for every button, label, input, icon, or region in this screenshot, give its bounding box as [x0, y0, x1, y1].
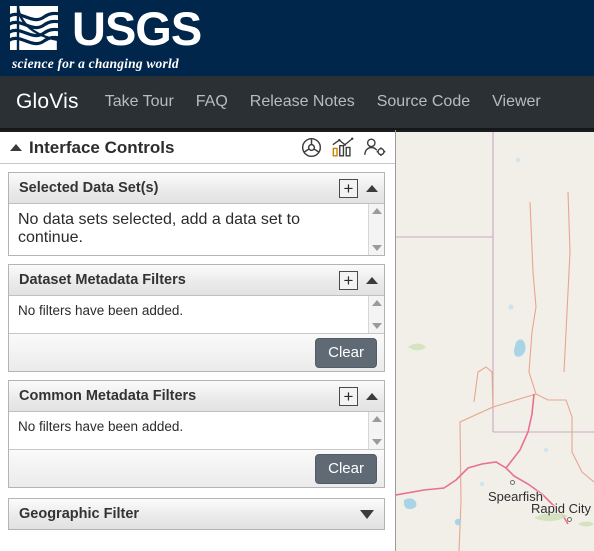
panel-title-selected-data-sets: Selected Data Set(s)	[19, 180, 159, 196]
map-viewport[interactable]: Spearfish Rapid City	[396, 130, 594, 551]
panel-footer-dataset-metadata-filters: Clear	[9, 333, 384, 371]
nav-link-release-notes[interactable]: Release Notes	[250, 93, 355, 111]
interface-controls-collapse-icon[interactable]	[10, 144, 22, 151]
scroll-up-icon[interactable]	[371, 300, 382, 306]
user-settings-icon[interactable]	[363, 136, 387, 159]
scrollbar-dataset-metadata-filters[interactable]	[368, 296, 384, 333]
nav-link-source-code[interactable]: Source Code	[377, 93, 470, 111]
panel-footer-common-metadata-filters: Clear	[9, 449, 384, 487]
panel-header-selected-data-sets[interactable]: Selected Data Set(s) +	[9, 173, 384, 204]
panel-selected-data-sets: Selected Data Set(s) + No data sets sele…	[8, 172, 385, 256]
main-navigation: GloVis Take Tour FAQ Release Notes Sourc…	[0, 76, 594, 130]
selected-data-sets-message: No data sets selected, add a data set to…	[18, 211, 300, 246]
city-marker-spearfish	[510, 480, 515, 485]
common-filters-message: No filters have been added.	[18, 419, 184, 434]
scrollbar-common-metadata-filters[interactable]	[368, 412, 384, 449]
usgs-banner: USGS science for a changing world	[0, 0, 594, 76]
collapse-selected-data-sets-icon[interactable]	[366, 184, 378, 192]
panel-title-dataset-metadata-filters: Dataset Metadata Filters	[19, 272, 186, 288]
panel-dataset-metadata-filters: Dataset Metadata Filters + No filters ha…	[8, 264, 385, 372]
usgs-wordmark: USGS	[72, 2, 202, 55]
panel-body-dataset-metadata-filters: No filters have been added.	[9, 296, 384, 333]
wave-lines-icon	[10, 6, 66, 56]
panel-title-common-metadata-filters: Common Metadata Filters	[19, 388, 197, 404]
nav-link-viewer[interactable]: Viewer	[492, 93, 541, 111]
clear-dataset-filters-button[interactable]: Clear	[315, 337, 377, 368]
scroll-down-icon[interactable]	[371, 439, 382, 445]
nav-link-faq[interactable]: FAQ	[196, 93, 228, 111]
nav-brand-glovis[interactable]: GloVis	[16, 90, 79, 114]
usgs-logo[interactable]: USGS	[10, 2, 202, 56]
content-area: Interface Controls Selected Data Set(s) …	[0, 130, 594, 551]
panel-geographic-filter[interactable]: Geographic Filter	[8, 498, 385, 530]
add-common-filter-button[interactable]: +	[339, 386, 358, 406]
panel-title-geographic-filter: Geographic Filter	[19, 506, 140, 522]
scroll-up-icon[interactable]	[371, 416, 382, 422]
interface-controls-title: Interface Controls	[29, 137, 175, 157]
usgs-tagline: science for a changing world	[12, 56, 179, 71]
clear-common-filters-button[interactable]: Clear	[315, 453, 377, 484]
panel-body-common-metadata-filters: No filters have been added.	[9, 412, 384, 449]
add-data-set-button[interactable]: +	[339, 178, 358, 198]
scroll-up-icon[interactable]	[371, 208, 382, 214]
map-canvas[interactable]	[396, 132, 594, 551]
city-marker-rapid-city	[567, 517, 572, 522]
panel-header-common-metadata-filters[interactable]: Common Metadata Filters +	[9, 381, 384, 412]
panel-common-metadata-filters: Common Metadata Filters + No filters hav…	[8, 380, 385, 488]
scroll-down-icon[interactable]	[371, 245, 382, 251]
dataset-filters-message: No filters have been added.	[18, 303, 184, 318]
interface-controls-header: Interface Controls	[0, 130, 395, 164]
scrollbar-selected-data-sets[interactable]	[368, 204, 384, 255]
interface-controls-pane: Interface Controls Selected Data Set(s) …	[0, 130, 396, 551]
panel-body-selected-data-sets: No data sets selected, add a data set to…	[9, 204, 384, 255]
chart-analytics-icon[interactable]	[331, 136, 355, 159]
steering-wheel-icon[interactable]	[300, 136, 323, 159]
panel-header-dataset-metadata-filters[interactable]: Dataset Metadata Filters +	[9, 265, 384, 296]
usgs-wave-logo-icon	[10, 6, 66, 56]
nav-link-take-tour[interactable]: Take Tour	[105, 93, 174, 111]
add-dataset-filter-button[interactable]: +	[339, 270, 358, 290]
scroll-down-icon[interactable]	[371, 323, 382, 329]
collapse-common-metadata-filters-icon[interactable]	[366, 392, 378, 400]
expand-geographic-filter-icon[interactable]	[360, 509, 374, 519]
collapse-dataset-metadata-filters-icon[interactable]	[366, 276, 378, 284]
